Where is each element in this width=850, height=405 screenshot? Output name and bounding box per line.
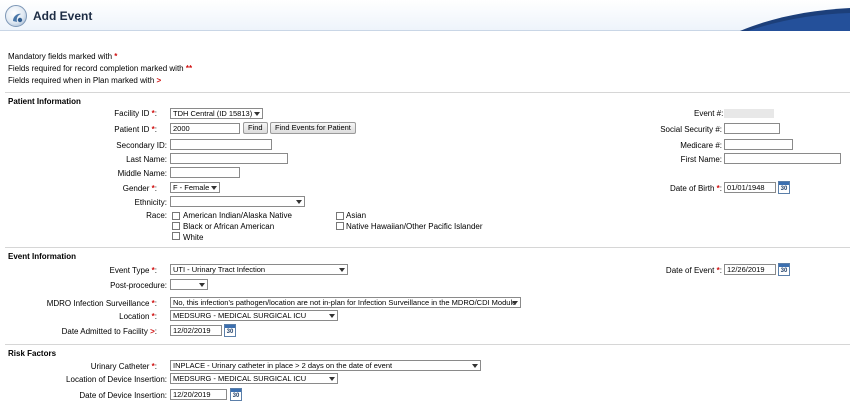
section-title-event: Event Information bbox=[8, 252, 77, 261]
find-button[interactable]: Find bbox=[243, 122, 268, 134]
legend-mandatory: Mandatory fields marked with * bbox=[8, 52, 118, 61]
legend-plan: Fields required when in Plan marked with… bbox=[8, 76, 162, 85]
race-checkbox-asian[interactable] bbox=[336, 212, 344, 220]
race-option-label: Native Hawaiian/Other Pacific Islander bbox=[346, 222, 483, 231]
insertion-location-label: Location of Device Insertion: bbox=[66, 375, 167, 384]
event-type-label: Event Type *: bbox=[109, 266, 157, 275]
calendar-icon[interactable]: 30 bbox=[778, 263, 790, 276]
medicare-label: Medicare #: bbox=[680, 141, 722, 150]
legend-completion: Fields required for record completion ma… bbox=[8, 64, 193, 73]
first-name-label: First Name: bbox=[680, 155, 722, 164]
ssn-label: Social Security #: bbox=[660, 125, 722, 134]
location-select[interactable]: MEDSURG - MEDICAL SURGICAL ICU bbox=[170, 310, 338, 321]
last-name-label: Last Name: bbox=[126, 155, 167, 164]
event-type-select[interactable]: UTI - Urinary Tract Infection bbox=[170, 264, 348, 275]
calendar-icon[interactable]: 30 bbox=[230, 388, 242, 401]
date-of-event-label: Date of Event *: bbox=[665, 266, 722, 275]
dob-input[interactable]: 01/01/1948 bbox=[724, 182, 776, 193]
header-swoosh bbox=[740, 8, 850, 31]
urinary-catheter-label: Urinary Catheter *: bbox=[90, 362, 157, 371]
race-checkbox-black[interactable] bbox=[172, 222, 180, 230]
gender-label: Gender *: bbox=[122, 184, 157, 193]
race-checkbox-white[interactable] bbox=[172, 232, 180, 240]
race-option-label: White bbox=[183, 233, 204, 242]
facility-id-label: Facility ID *: bbox=[114, 109, 157, 118]
section-title-risk: Risk Factors bbox=[8, 349, 57, 358]
facility-id-select[interactable]: TDH Central (ID 15813) bbox=[170, 108, 263, 119]
page-title: Add Event bbox=[33, 9, 93, 23]
ethnicity-label: Ethnicity: bbox=[134, 198, 167, 207]
divider bbox=[5, 92, 850, 93]
first-name-input[interactable] bbox=[724, 153, 841, 164]
find-events-button[interactable]: Find Events for Patient bbox=[270, 122, 356, 134]
secondary-id-input[interactable] bbox=[170, 139, 272, 150]
divider bbox=[5, 344, 850, 345]
insertion-location-select[interactable]: MEDSURG - MEDICAL SURGICAL ICU bbox=[170, 373, 338, 384]
middle-name-label: Middle Name: bbox=[117, 169, 167, 178]
calendar-icon[interactable]: 30 bbox=[224, 324, 236, 337]
app-logo-icon bbox=[5, 5, 27, 27]
location-label: Location *: bbox=[119, 312, 157, 321]
section-title-patient: Patient Information bbox=[8, 97, 81, 106]
ethnicity-select[interactable] bbox=[170, 196, 305, 207]
gender-select[interactable]: F - Female bbox=[170, 182, 220, 193]
middle-name-input[interactable] bbox=[170, 167, 240, 178]
ssn-input[interactable] bbox=[724, 123, 780, 134]
race-option-label: American Indian/Alaska Native bbox=[183, 211, 292, 220]
event-number-value bbox=[724, 109, 774, 118]
patient-id-input[interactable]: 2000 bbox=[170, 123, 240, 134]
post-procedure-select[interactable] bbox=[170, 279, 208, 290]
date-of-event-input[interactable]: 12/26/2019 bbox=[724, 264, 776, 275]
patient-id-label: Patient ID *: bbox=[114, 125, 157, 134]
page-header: Add Event bbox=[0, 0, 850, 31]
race-label: Race: bbox=[146, 211, 167, 220]
urinary-catheter-select[interactable]: INPLACE - Urinary catheter in place > 2 … bbox=[170, 360, 481, 371]
insertion-date-label: Date of Device Insertion: bbox=[79, 391, 167, 400]
insertion-date-input[interactable]: 12/20/2019 bbox=[170, 389, 227, 400]
race-checkbox-native-hawaiian[interactable] bbox=[336, 222, 344, 230]
date-admitted-label: Date Admitted to Facility >: bbox=[61, 327, 157, 336]
race-checkbox-american-indian[interactable] bbox=[172, 212, 180, 220]
secondary-id-label: Secondary ID: bbox=[116, 141, 167, 150]
race-option-label: Asian bbox=[346, 211, 367, 220]
medicare-input[interactable] bbox=[724, 139, 793, 150]
calendar-icon[interactable]: 30 bbox=[778, 181, 790, 194]
divider bbox=[5, 247, 850, 248]
last-name-input[interactable] bbox=[170, 153, 288, 164]
event-number-label: Event #: bbox=[694, 109, 724, 118]
post-procedure-label: Post-procedure: bbox=[110, 281, 167, 290]
dob-label: Date of Birth *: bbox=[669, 184, 722, 193]
mdro-label: MDRO Infection Surveillance *: bbox=[46, 299, 157, 308]
date-admitted-input[interactable]: 12/02/2019 bbox=[170, 325, 222, 336]
race-option-label: Black or African American bbox=[183, 222, 275, 231]
mdro-select[interactable]: No, this infection's pathogen/location a… bbox=[170, 297, 521, 308]
